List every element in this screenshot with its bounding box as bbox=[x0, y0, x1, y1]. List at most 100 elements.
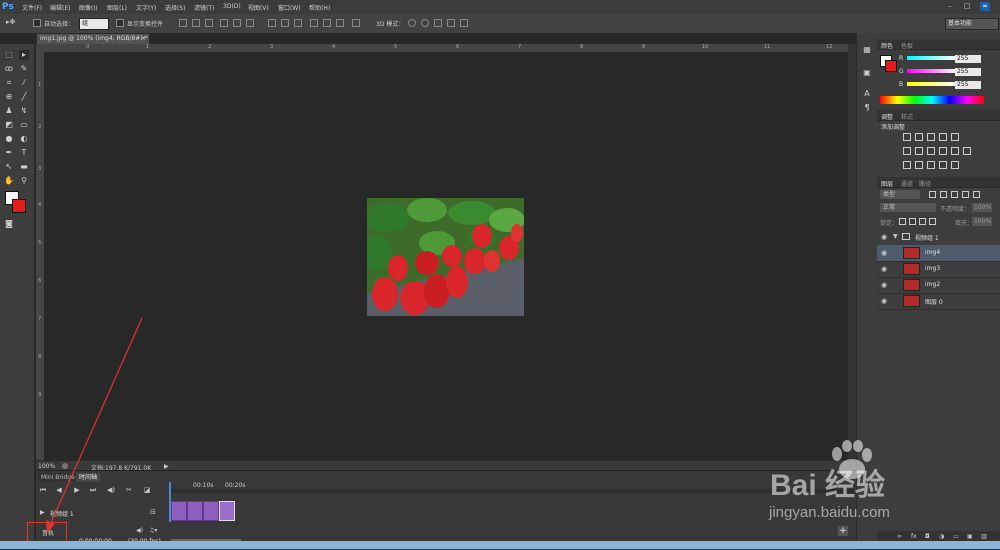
character-icon[interactable]: A bbox=[862, 89, 872, 99]
expand-group-icon[interactable]: ▶ bbox=[40, 509, 45, 516]
healing-brush-icon[interactable]: ⊕ bbox=[4, 92, 14, 102]
align-top-icon[interactable] bbox=[179, 19, 187, 27]
hand-tool-icon[interactable]: ✋ bbox=[4, 176, 14, 186]
tab-layers[interactable]: 图层 bbox=[881, 179, 893, 188]
auto-select-dropdown[interactable]: 组 bbox=[79, 18, 109, 30]
brush-tool-icon[interactable]: ╱ bbox=[19, 92, 29, 102]
tab-adjustments[interactable]: 调整 bbox=[881, 112, 893, 121]
lock-pixels-icon[interactable] bbox=[899, 218, 906, 225]
distribute-hcenter-icon[interactable] bbox=[323, 19, 331, 27]
menu-image[interactable]: 图像(I) bbox=[79, 3, 97, 12]
maximize-icon[interactable]: □ bbox=[962, 2, 972, 11]
layer-row-img3[interactable]: ◉ img3 bbox=[877, 261, 1000, 278]
distribute-bottom-icon[interactable] bbox=[294, 19, 302, 27]
b-slider[interactable] bbox=[907, 82, 957, 86]
threshold-icon[interactable] bbox=[927, 161, 935, 169]
add-mask-icon[interactable]: ◘ bbox=[925, 533, 930, 540]
new-adjustment-icon[interactable]: ◑ bbox=[939, 533, 944, 540]
history-brush-icon[interactable]: ↯ bbox=[19, 106, 29, 116]
layer-style-icon[interactable]: fx bbox=[911, 533, 917, 540]
eraser-tool-icon[interactable]: ◩ bbox=[4, 120, 14, 130]
visibility-eye-icon[interactable]: ◉ bbox=[881, 297, 887, 305]
align-left-icon[interactable] bbox=[220, 19, 228, 27]
opacity-input[interactable]: 100% bbox=[972, 203, 992, 212]
r-value[interactable]: 255 bbox=[955, 55, 981, 63]
levels-icon[interactable] bbox=[915, 133, 923, 141]
photo-filter-icon[interactable] bbox=[939, 147, 947, 155]
align-right-icon[interactable] bbox=[246, 19, 254, 27]
type-tool-icon[interactable]: T bbox=[19, 148, 29, 158]
zoom-tool-icon[interactable]: ⚲ bbox=[19, 176, 29, 186]
previous-frame-icon[interactable]: ◀ bbox=[54, 485, 64, 495]
curves-icon[interactable] bbox=[927, 133, 935, 141]
tab-timeline[interactable]: 时间轴 bbox=[76, 473, 101, 482]
lock-all-icon[interactable] bbox=[929, 218, 936, 225]
new-group-icon[interactable]: ▭ bbox=[953, 533, 959, 540]
minimize-icon[interactable]: – bbox=[945, 2, 955, 11]
new-layer-icon[interactable]: ▣ bbox=[967, 533, 973, 540]
tab-mini-bridge[interactable]: Mini Bridge bbox=[38, 473, 78, 482]
delete-layer-icon[interactable]: ▥ bbox=[981, 533, 987, 540]
film-icon[interactable]: ⊟ bbox=[150, 508, 156, 516]
background-color-swatch[interactable] bbox=[12, 199, 26, 213]
layer-row-layer0[interactable]: ◉ 图层 0 bbox=[877, 293, 1000, 310]
3d-slide-icon[interactable] bbox=[447, 19, 455, 27]
tab-color[interactable]: 颜色 bbox=[881, 41, 893, 50]
visibility-eye-icon[interactable]: ◉ bbox=[881, 265, 887, 273]
visibility-eye-icon[interactable]: ◉ bbox=[881, 249, 887, 257]
vertical-scrollbar[interactable] bbox=[848, 44, 856, 460]
video-clip[interactable] bbox=[171, 501, 187, 521]
align-bottom-icon[interactable] bbox=[205, 19, 213, 27]
paragraph-icon[interactable]: ¶ bbox=[862, 103, 872, 113]
filter-type-icon[interactable] bbox=[951, 191, 958, 198]
blur-tool-icon[interactable]: ● bbox=[4, 134, 14, 144]
video-clip[interactable] bbox=[187, 501, 203, 521]
move-tool-icon[interactable]: ▸✥ bbox=[6, 18, 15, 26]
tab-styles[interactable]: 样式 bbox=[901, 112, 913, 121]
color-lookup-icon[interactable] bbox=[963, 147, 971, 155]
marquee-tool-icon[interactable]: ⬚ bbox=[4, 50, 14, 60]
3d-scale-icon[interactable] bbox=[460, 19, 468, 27]
black-white-icon[interactable] bbox=[927, 147, 935, 155]
visibility-eye-icon[interactable]: ◉ bbox=[881, 281, 887, 289]
menu-type[interactable]: 文字(Y) bbox=[136, 3, 156, 12]
bg-color-swatch[interactable] bbox=[885, 60, 897, 72]
menu-layer[interactable]: 图层(L) bbox=[107, 3, 127, 12]
distribute-vcenter-icon[interactable] bbox=[281, 19, 289, 27]
lock-paint-icon[interactable] bbox=[909, 218, 916, 225]
b-value[interactable]: 255 bbox=[955, 81, 981, 89]
layer-row-group[interactable]: ◉ ▼ 视频组 1 bbox=[877, 229, 1000, 246]
selective-color-icon[interactable] bbox=[951, 161, 959, 169]
workspace-dropdown[interactable]: 基本功能 bbox=[945, 18, 999, 30]
channel-mixer-icon[interactable] bbox=[951, 147, 959, 155]
fill-input[interactable]: 100% bbox=[972, 217, 992, 226]
strawberry-image[interactable] bbox=[367, 198, 524, 316]
audio-icon[interactable]: ◀) bbox=[106, 485, 116, 495]
status-info-icon[interactable] bbox=[62, 463, 68, 469]
music-icon[interactable]: ♫▾ bbox=[149, 527, 157, 534]
layer-filter-dropdown[interactable]: 类型 bbox=[880, 190, 920, 199]
mute-audio-icon[interactable]: ◀) bbox=[136, 527, 143, 534]
video-clip[interactable] bbox=[219, 501, 235, 521]
menu-3d[interactable]: 3D(D) bbox=[223, 3, 241, 10]
exposure-icon[interactable] bbox=[939, 133, 947, 141]
posterize-icon[interactable] bbox=[915, 161, 923, 169]
lasso-tool-icon[interactable]: ꝏ bbox=[4, 64, 14, 74]
layer-row-img2[interactable]: ◉ img2 bbox=[877, 277, 1000, 294]
auto-select-checkbox[interactable] bbox=[33, 19, 41, 27]
g-slider[interactable] bbox=[907, 69, 957, 73]
gradient-tool-icon[interactable]: ▭ bbox=[19, 120, 29, 130]
color-spectrum[interactable] bbox=[880, 96, 984, 104]
video-clip[interactable] bbox=[203, 501, 219, 521]
filter-pixel-icon[interactable] bbox=[929, 191, 936, 198]
vibrance-icon[interactable] bbox=[951, 133, 959, 141]
show-transform-checkbox[interactable] bbox=[116, 19, 124, 27]
hue-saturation-icon[interactable] bbox=[903, 147, 911, 155]
filter-smart-icon[interactable] bbox=[973, 191, 980, 198]
actions-icon[interactable]: ▣ bbox=[862, 68, 872, 78]
3d-pan-icon[interactable] bbox=[434, 19, 442, 27]
split-icon[interactable]: ✂ bbox=[124, 485, 134, 495]
menu-window[interactable]: 窗口(W) bbox=[278, 3, 301, 12]
blend-mode-dropdown[interactable]: 正常 bbox=[880, 203, 936, 212]
crop-tool-icon[interactable]: ⌗ bbox=[4, 78, 14, 88]
